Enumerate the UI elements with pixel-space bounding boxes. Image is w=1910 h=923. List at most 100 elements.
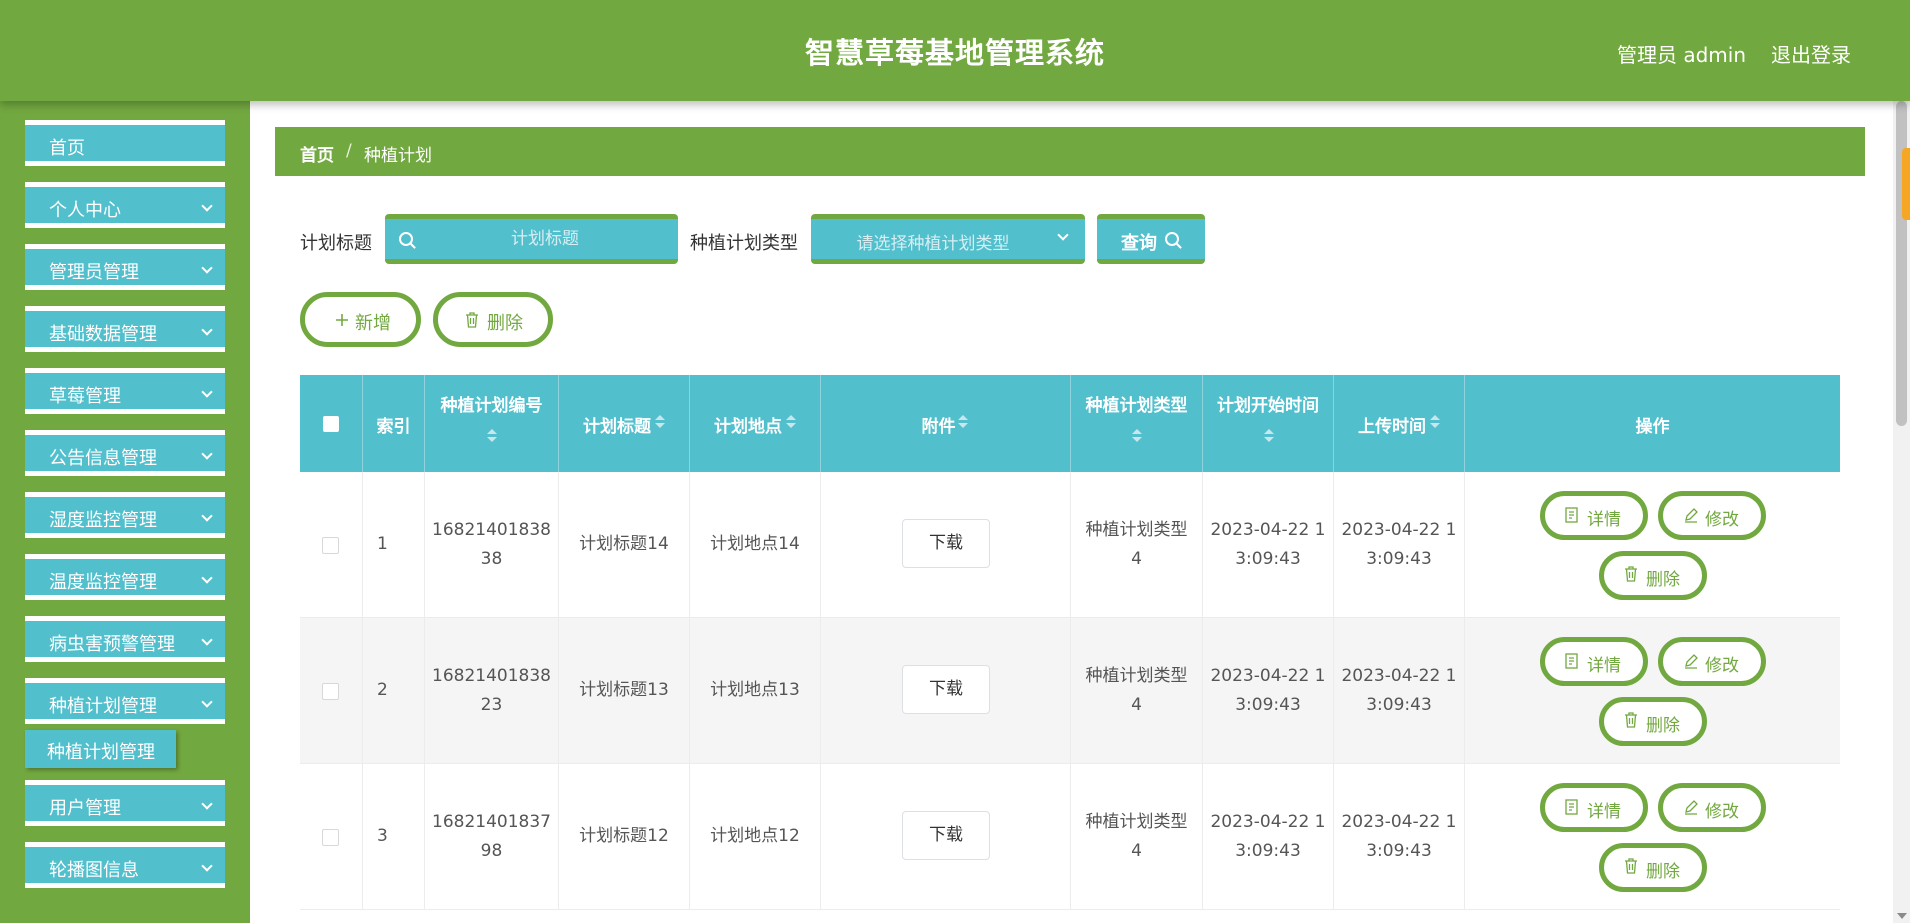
title-search-label: 计划标题 bbox=[300, 233, 372, 254]
sidebar-item-announcements[interactable]: 公告信息管理 bbox=[25, 430, 225, 476]
top-header: 智慧草莓基地管理系统 管理员 admin 退出登录 bbox=[0, 0, 1910, 101]
cell-plan-place: 计划地点13 bbox=[710, 680, 800, 700]
add-button[interactable]: 新增 bbox=[300, 292, 421, 347]
sidebar-item-planting-plan[interactable]: 种植计划管理 bbox=[25, 678, 225, 724]
select-all-checkbox[interactable] bbox=[323, 416, 339, 432]
title-search-input[interactable] bbox=[425, 219, 665, 259]
sidebar-item-label: 公告信息管理 bbox=[49, 448, 157, 469]
cell-upload-time: 3:09:43 bbox=[1366, 549, 1432, 569]
delete-button[interactable]: 删除 bbox=[1599, 551, 1707, 600]
row-checkbox[interactable] bbox=[322, 537, 339, 554]
sidebar-item-strawberry[interactable]: 草莓管理 bbox=[25, 368, 225, 414]
scroll-down-arrow-icon[interactable] bbox=[1897, 913, 1907, 919]
chevron-down-icon bbox=[201, 634, 213, 646]
detail-button[interactable]: 详情 bbox=[1540, 637, 1648, 686]
delete-button-label: 删除 bbox=[1646, 570, 1680, 590]
cell-start-time: 3:09:43 bbox=[1235, 841, 1301, 861]
cell-start-time: 3:09:43 bbox=[1235, 549, 1301, 569]
cell-plan-place: 计划地点12 bbox=[710, 826, 800, 846]
sidebar-item-personal-center[interactable]: 个人中心 bbox=[25, 182, 225, 228]
plus-icon bbox=[336, 314, 348, 326]
table-row: 2 16821401838 23 计划标题13 计划地点13 下载 种植计划类型… bbox=[300, 618, 1840, 764]
sidebar-item-admin-management[interactable]: 管理员管理 bbox=[25, 244, 225, 290]
download-button[interactable]: 下载 bbox=[902, 665, 990, 714]
sidebar-item-temperature[interactable]: 温度监控管理 bbox=[25, 554, 225, 600]
cell-start-time: 3:09:43 bbox=[1235, 695, 1301, 715]
sidebar-item-label: 首页 bbox=[49, 138, 85, 159]
bulk-delete-button-label: 删除 bbox=[487, 313, 523, 334]
query-button[interactable]: 查询 bbox=[1097, 214, 1205, 264]
page-scrollbar[interactable] bbox=[1893, 101, 1910, 923]
download-button[interactable]: 下载 bbox=[902, 519, 990, 568]
sort-up-icon bbox=[1132, 429, 1142, 434]
submenu-item-label: 种植计划管理 bbox=[47, 742, 155, 763]
header-label: 计划标题 bbox=[583, 417, 651, 437]
sidebar-item-label: 轮播图信息 bbox=[49, 860, 139, 881]
sidebar-item-basic-data[interactable]: 基础数据管理 bbox=[25, 306, 225, 352]
sidebar-item-home[interactable]: 首页 bbox=[25, 120, 225, 166]
document-icon bbox=[1565, 507, 1578, 523]
chevron-down-icon bbox=[201, 860, 213, 872]
sort-down-icon bbox=[1430, 423, 1440, 428]
header-index: 索引 bbox=[363, 375, 425, 472]
cell-plan-code: 16821401837 bbox=[432, 812, 551, 832]
detail-button[interactable]: 详情 bbox=[1540, 783, 1648, 832]
title-search-field[interactable] bbox=[385, 214, 678, 264]
sidebar-item-label: 湿度监控管理 bbox=[49, 510, 157, 531]
header-label: 计划地点 bbox=[714, 417, 782, 437]
logout-button[interactable]: 退出登录 bbox=[1771, 39, 1851, 68]
delete-button[interactable]: 删除 bbox=[1599, 843, 1707, 892]
sidebar-item-users[interactable]: 用户管理 bbox=[25, 780, 225, 826]
detail-button-label: 详情 bbox=[1587, 802, 1621, 822]
edit-button[interactable]: 修改 bbox=[1658, 783, 1766, 832]
cell-upload-time: 2023-04-22 1 bbox=[1341, 520, 1457, 540]
header-label: 种植计划编号 bbox=[440, 396, 543, 416]
header-start-time[interactable]: 计划开始时间 bbox=[1203, 375, 1334, 472]
type-select-label: 种植计划类型 bbox=[690, 233, 798, 254]
header-plan-title[interactable]: 计划标题 bbox=[559, 375, 690, 472]
edit-button-label: 修改 bbox=[1705, 656, 1739, 676]
sidebar-item-label: 温度监控管理 bbox=[49, 572, 157, 593]
admin-user-label: 管理员 admin bbox=[1617, 43, 1747, 67]
plan-type-select[interactable]: 请选择种植计划类型 bbox=[811, 214, 1085, 264]
sidebar-item-label: 种植计划管理 bbox=[49, 696, 157, 717]
sidebar-item-carousel[interactable]: 轮播图信息 bbox=[25, 842, 225, 888]
header-upload-time[interactable]: 上传时间 bbox=[1334, 375, 1465, 472]
row-checkbox[interactable] bbox=[322, 683, 339, 700]
sort-up-icon bbox=[1430, 415, 1440, 420]
chevron-down-icon bbox=[201, 696, 213, 708]
plan-type-placeholder: 请选择种植计划类型 bbox=[856, 234, 1010, 254]
table-row: 3 16821401837 98 计划标题12 计划地点12 下载 种植计划类型… bbox=[300, 764, 1840, 910]
header-plan-place[interactable]: 计划地点 bbox=[690, 375, 821, 472]
chevron-down-icon bbox=[201, 324, 213, 336]
download-button[interactable]: 下载 bbox=[902, 811, 990, 860]
breadcrumb-home[interactable]: 首页 bbox=[300, 141, 334, 166]
header-operations: 操作 bbox=[1465, 375, 1840, 472]
chevron-down-icon bbox=[201, 510, 213, 522]
edit-icon bbox=[1685, 654, 1698, 669]
cell-plan-code: 16821401838 bbox=[432, 520, 551, 540]
header-label: 附件 bbox=[921, 417, 956, 437]
delete-button-label: 删除 bbox=[1646, 716, 1680, 736]
submenu-item-planting-plan[interactable]: 种植计划管理 bbox=[25, 730, 176, 768]
sidebar-item-humidity[interactable]: 湿度监控管理 bbox=[25, 492, 225, 538]
side-tab[interactable] bbox=[1902, 148, 1910, 220]
sort-up-icon bbox=[958, 415, 968, 420]
bulk-delete-button[interactable]: 删除 bbox=[433, 292, 553, 347]
detail-button-label: 详情 bbox=[1587, 510, 1621, 530]
row-checkbox[interactable] bbox=[322, 829, 339, 846]
cell-plan-type: 4 bbox=[1131, 841, 1142, 861]
header-plan-code[interactable]: 种植计划编号 bbox=[425, 375, 559, 472]
cell-plan-type: 4 bbox=[1131, 549, 1142, 569]
document-icon bbox=[1565, 799, 1578, 815]
breadcrumb-current: 种植计划 bbox=[364, 146, 432, 166]
delete-button[interactable]: 删除 bbox=[1599, 697, 1707, 746]
header-attachment[interactable]: 附件 bbox=[821, 375, 1071, 472]
detail-button[interactable]: 详情 bbox=[1540, 491, 1648, 540]
edit-button[interactable]: 修改 bbox=[1658, 637, 1766, 686]
header-plan-type[interactable]: 种植计划类型 bbox=[1071, 375, 1203, 472]
edit-button[interactable]: 修改 bbox=[1658, 491, 1766, 540]
cell-upload-time: 3:09:43 bbox=[1366, 841, 1432, 861]
sidebar-item-pest-warning[interactable]: 病虫害预警管理 bbox=[25, 616, 225, 662]
header-label: 上传时间 bbox=[1358, 417, 1426, 437]
